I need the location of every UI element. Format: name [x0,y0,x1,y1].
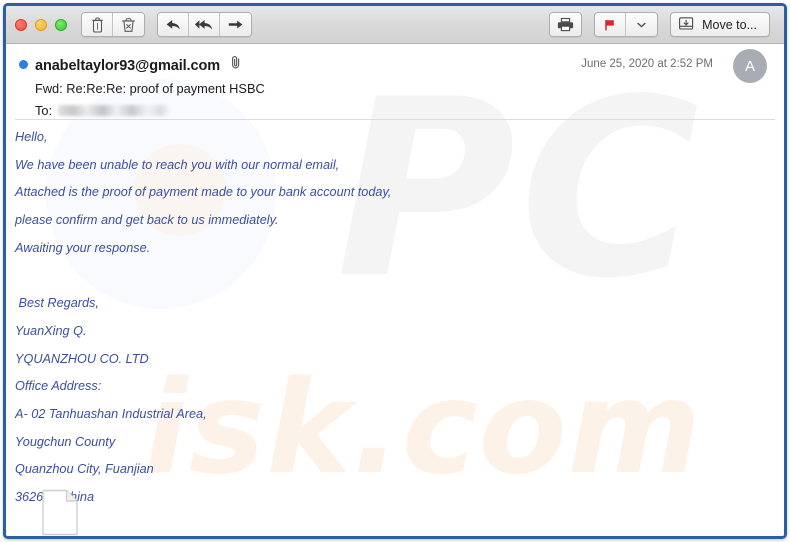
signature-line: YQUANZHOU CO. LTD [15,351,149,366]
printer-icon [557,17,574,32]
reply-arrow-icon [165,18,182,32]
attachment-item[interactable]: proof of payme...BC.doc [20,489,100,536]
sender-address: anabeltaylor93@gmail.com [35,58,221,74]
body-line: Attached is the proof of payment made to… [15,185,392,200]
reply-forward-button-group [157,12,252,37]
to-row: To: [6,103,784,118]
body-blank-line: . [15,270,784,283]
subject-line: Fwd: Re:Re:Re: proof of payment HSBC [35,81,265,96]
chevron-down-icon [636,20,647,29]
attachment-paperclip-icon [230,55,242,70]
to-label: To: [35,103,53,118]
body-line: Hello, [15,130,48,144]
signature-line: 362600 China [15,490,95,505]
forward-button[interactable] [220,13,251,36]
move-to-folder-icon [678,16,695,34]
avatar: A [733,49,767,83]
zoom-window-button[interactable] [55,18,67,31]
message-date: June 25, 2020 at 2:52 PM [581,58,713,70]
reply-all-button[interactable] [189,13,220,36]
minimize-window-button[interactable] [35,18,47,31]
message-header: anabeltaylor93@gmail.com Fwd: Re:Re:Re: … [6,44,784,118]
signature-line: A- 02 Tanhuashan Industrial Area, [15,407,207,422]
reply-all-arrow-icon [194,18,214,32]
delete-junk-button-group [81,12,145,37]
flag-dropdown-button[interactable] [626,13,658,36]
message-body: Hello, We have been unable to reach you … [6,118,784,504]
body-line: please confirm and get back to us immedi… [15,213,279,228]
junk-button[interactable] [113,13,144,36]
delete-button[interactable] [82,13,113,36]
message-viewer: PC isk.com anabeltaylor93@gmail.com Fwd:… [6,44,784,536]
window-toolbar: Move to... [6,6,784,44]
trash-icon [91,16,104,33]
close-window-button[interactable] [15,18,27,31]
signature-line: Quanzhou City, Fuanjian [15,462,154,477]
print-button[interactable] [550,13,582,36]
document-file-icon [20,489,100,536]
print-button-group [549,12,583,37]
to-recipient-redacted [58,105,171,116]
body-line: Awaiting your response. [15,240,151,255]
move-to-button[interactable]: Move to... [670,12,770,37]
move-to-label: Move to... [702,17,757,32]
signature-line: Best Regards, [15,296,99,311]
mail-window: Move to... PC isk.com anabeltaylor93@gma… [3,3,787,539]
traffic-light-group [15,18,67,31]
reply-button[interactable] [158,13,189,36]
unread-indicator-dot[interactable] [19,60,28,69]
signature-line: Yougchun County [15,434,116,449]
flag-button-group [594,12,659,37]
forward-arrow-icon [227,18,244,32]
junk-bin-icon [121,17,136,33]
signature-line: Office Address: [15,379,102,394]
body-line: We have been unable to reach you with ou… [15,157,340,172]
flag-button[interactable] [595,13,627,36]
signature-line: YuanXing Q. [15,323,87,338]
flag-icon [603,18,617,32]
